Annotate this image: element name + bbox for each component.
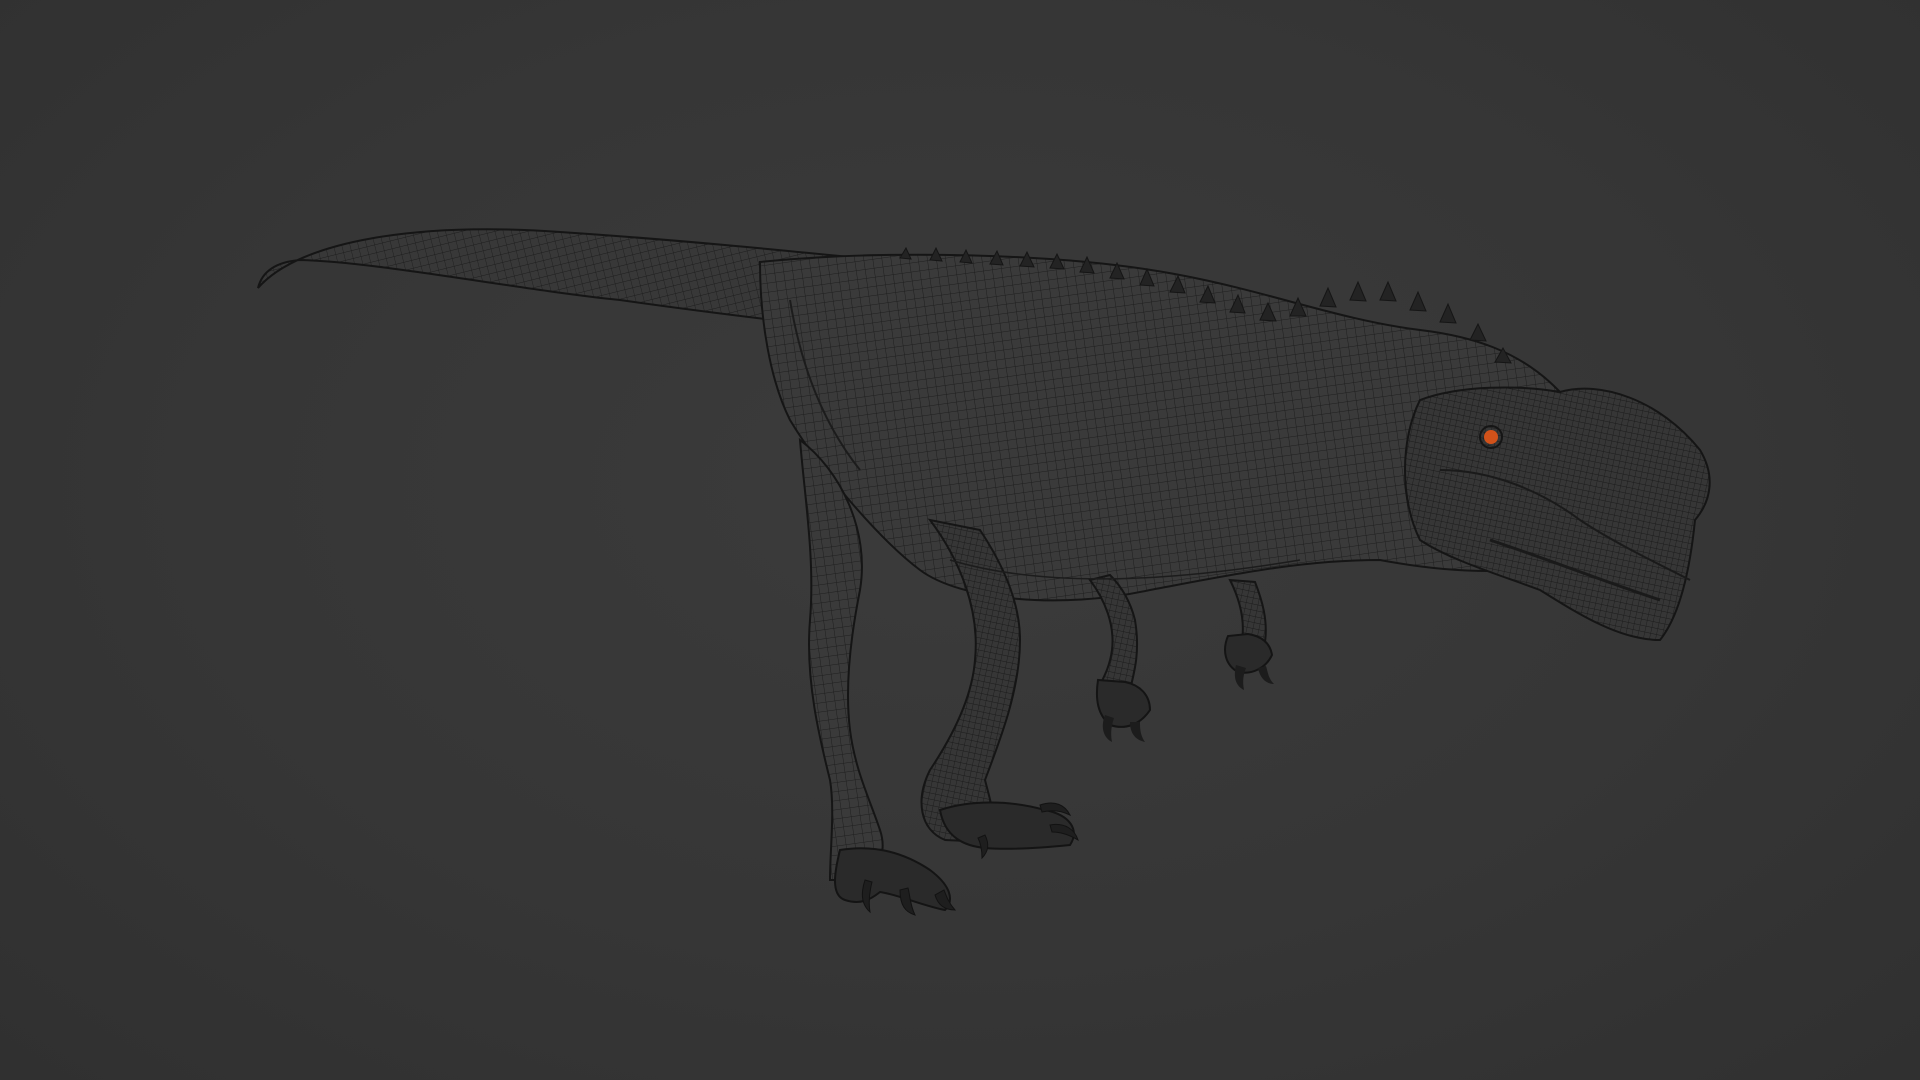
- near-hand: [1095, 678, 1152, 742]
- far-arm-mesh: [1228, 578, 1267, 644]
- eye-glow: [1484, 430, 1498, 444]
- dinosaur-wireframe-model[interactable]: [0, 0, 1920, 1080]
- near-foot-mesh: [834, 847, 951, 912]
- far-hand: [1224, 632, 1274, 690]
- head-mesh: [1404, 386, 1711, 642]
- 3d-viewport[interactable]: [0, 0, 1920, 1080]
